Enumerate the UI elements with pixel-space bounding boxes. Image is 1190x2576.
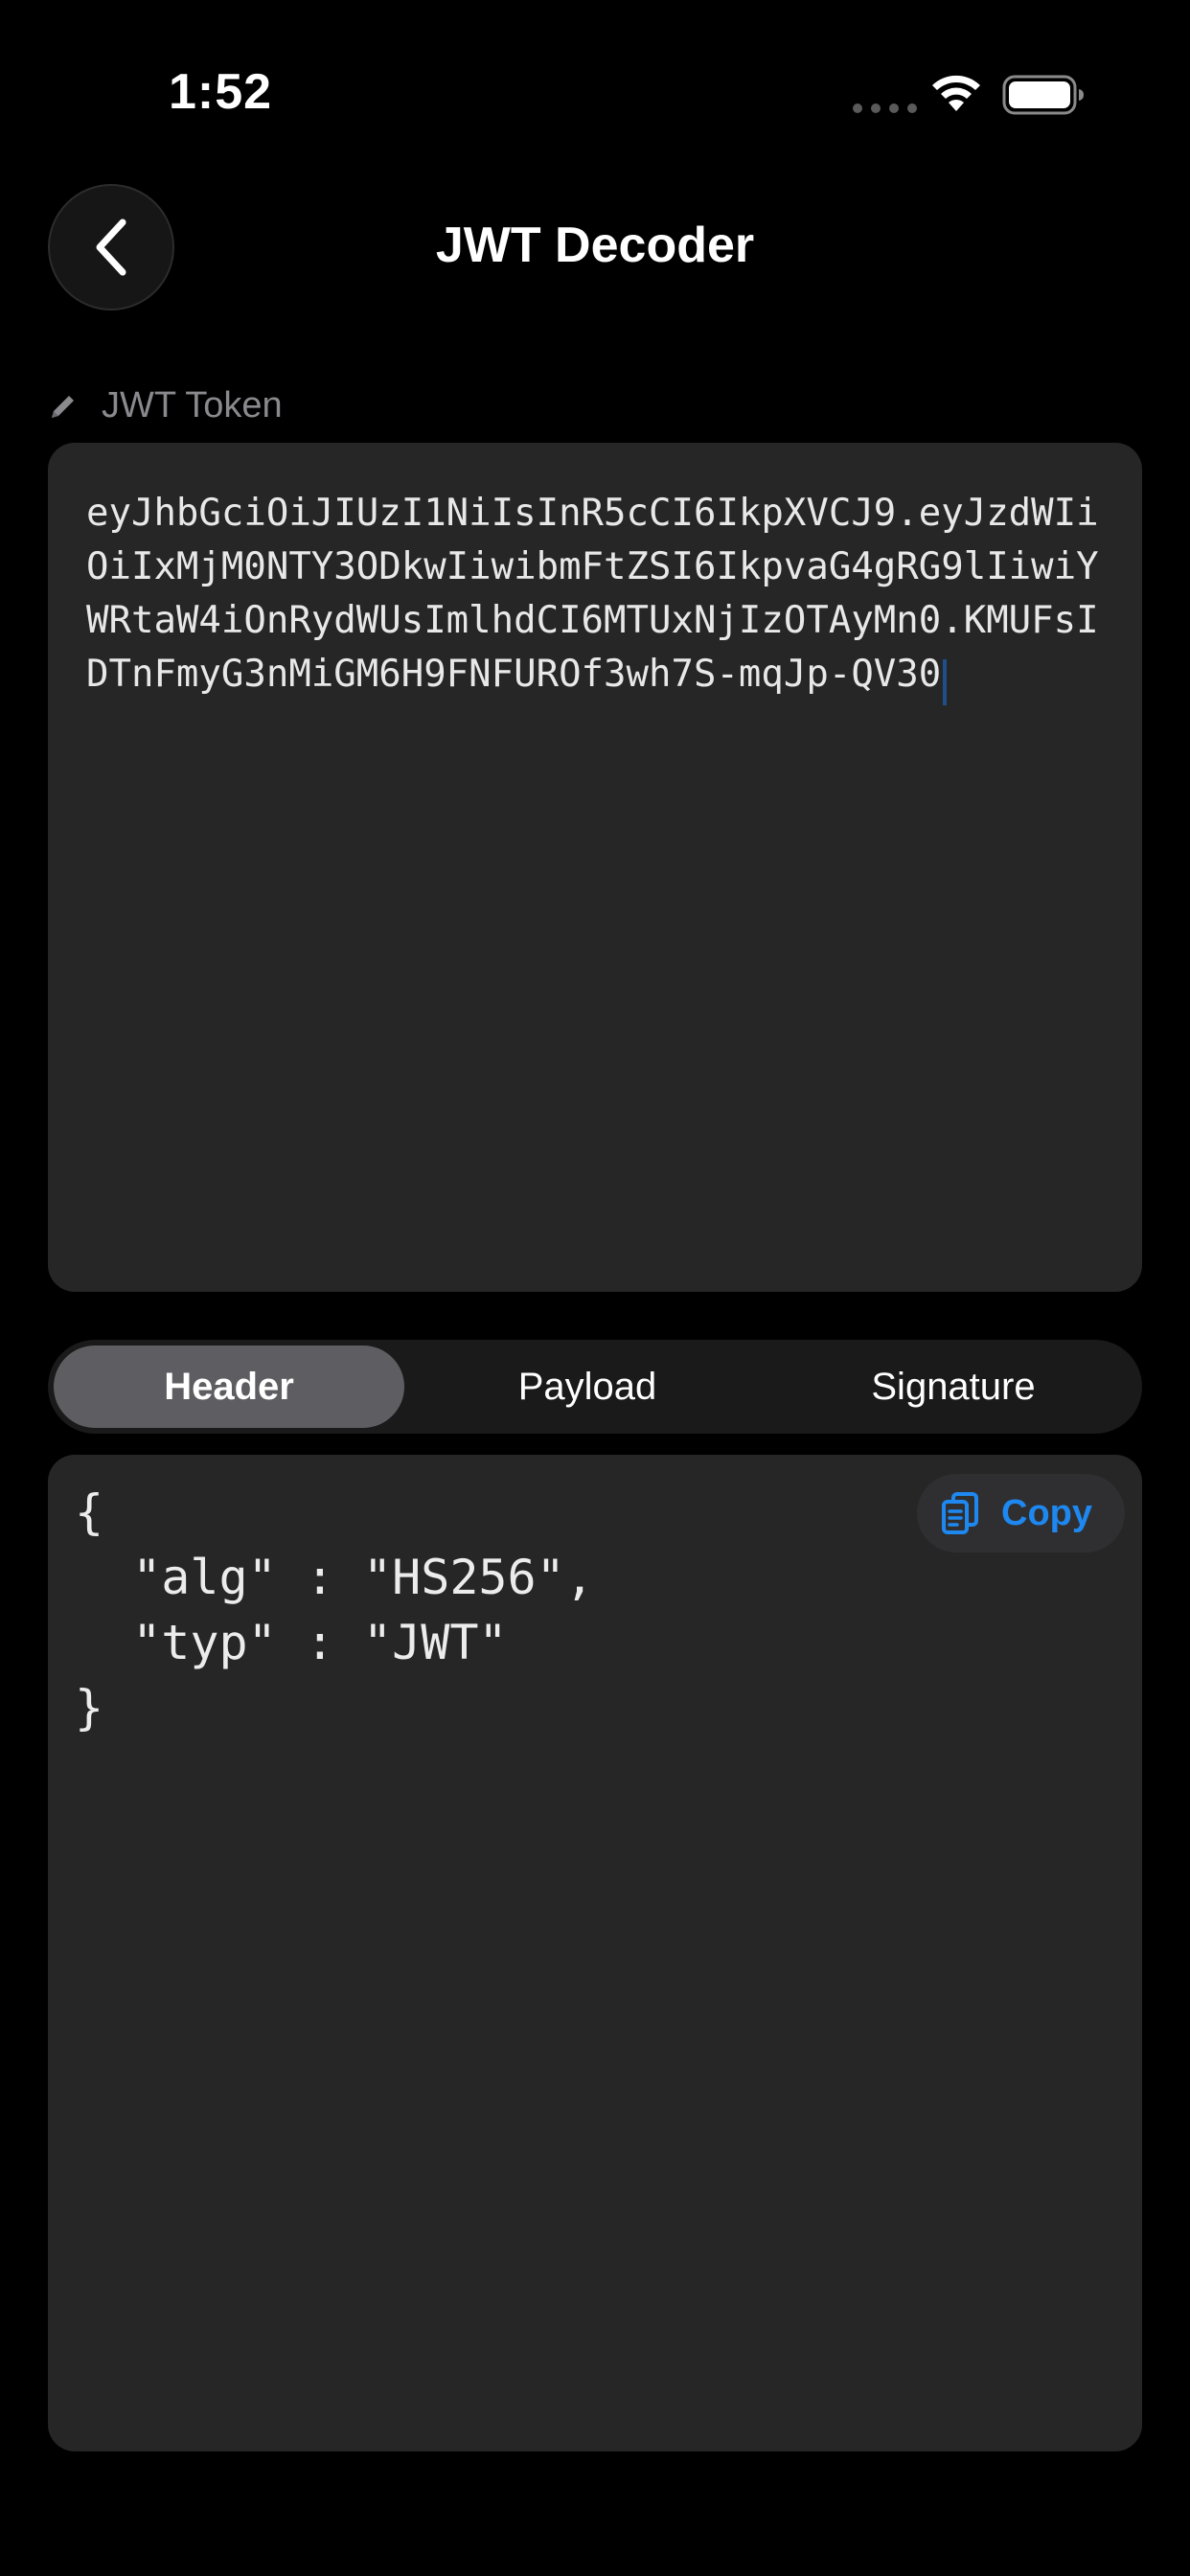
status-time: 1:52 (169, 64, 273, 120)
wifi-icon (932, 75, 980, 111)
token-label: JWT Token (48, 385, 283, 426)
tab-signature[interactable]: Signature (770, 1346, 1136, 1428)
token-label-text: JWT Token (102, 385, 283, 426)
copy-label: Copy (1001, 1492, 1092, 1533)
battery-icon (1002, 75, 1084, 115)
json-line: "alg" : "HS256", (75, 1550, 594, 1605)
token-input[interactable]: eyJhbGciOiJIUzI1NiIsInR5cCI6IkpXVCJ9.eyJ… (48, 443, 1142, 1292)
cellular-signal-icon (853, 104, 917, 113)
page-title: JWT Decoder (435, 218, 755, 273)
json-line: } (75, 1680, 104, 1736)
section-tabs: Header Payload Signature (48, 1340, 1142, 1434)
json-line: "typ" : "JWT" (75, 1615, 508, 1670)
status-bar: 1:52 (0, 0, 1190, 144)
tab-header[interactable]: Header (54, 1346, 404, 1428)
pencil-icon (52, 395, 74, 418)
decoded-json: { "alg" : "HS256", "typ" : "JWT" } (75, 1480, 594, 1740)
decoded-output: { "alg" : "HS256", "typ" : "JWT" } Copy (48, 1455, 1142, 2451)
text-caret (943, 658, 948, 705)
tab-payload[interactable]: Payload (404, 1346, 770, 1428)
copy-icon (942, 1492, 978, 1534)
json-line: { (75, 1484, 104, 1540)
copy-button[interactable]: Copy (917, 1474, 1125, 1552)
